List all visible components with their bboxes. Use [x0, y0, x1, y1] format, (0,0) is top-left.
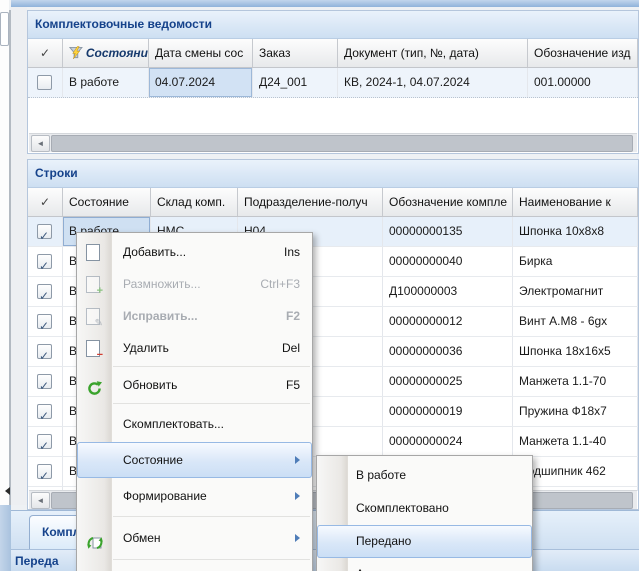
app-window: Комплектовочные ведомости ✓ Состояни Дат… — [0, 0, 639, 571]
scroll-left-icon[interactable]: ◄ — [31, 135, 50, 152]
menu-item-add[interactable]: Добавить... Ins — [77, 236, 312, 268]
column-designation[interactable]: Обозначение изд — [528, 39, 638, 67]
new-document-icon — [86, 244, 100, 261]
menu-separator — [77, 557, 312, 562]
row-checkbox[interactable] — [37, 254, 52, 269]
row-checkbox[interactable] — [37, 75, 52, 90]
submenu-item-assembled[interactable]: Скомплектовано — [317, 492, 532, 525]
column-name[interactable]: Наименование к — [513, 188, 638, 216]
rows-column-header: ✓ Состояние Склад комп. Подразделение-по… — [28, 188, 638, 217]
column-state[interactable]: Состояни — [63, 39, 149, 67]
context-menu: Добавить... Ins + Размножить... Ctrl+F3 … — [76, 232, 313, 571]
sheets-panel-title: Комплектовочные ведомости — [28, 11, 638, 39]
row-checkbox[interactable] — [37, 224, 52, 239]
horizontal-scrollbar[interactable]: ◄ — [29, 133, 637, 152]
row-checkbox[interactable] — [37, 284, 52, 299]
sheets-column-header: ✓ Состояни Дата смены сос Заказ Документ… — [28, 39, 638, 68]
rows-panel-title: Строки — [28, 160, 638, 188]
column-code[interactable]: Обозначение компле — [383, 188, 513, 216]
scrollbar-thumb[interactable] — [51, 135, 633, 152]
select-all-icon[interactable]: ✓ — [28, 188, 63, 216]
menu-item-assemble[interactable]: Скомплектовать... — [77, 406, 312, 442]
menu-item-exchange[interactable]: Обмен — [77, 519, 312, 557]
top-border-bar — [11, 0, 639, 7]
submenu-item-transferred[interactable]: Передано — [317, 525, 532, 558]
cell-document[interactable]: КВ, 2024-1, 04.07.2024 — [338, 68, 528, 97]
edit-document-icon: ✎ — [86, 308, 100, 325]
column-warehouse[interactable]: Склад комп. — [151, 188, 238, 216]
row-checkbox[interactable] — [37, 314, 52, 329]
left-gutter — [0, 0, 9, 505]
row-checkbox[interactable] — [37, 344, 52, 359]
menu-item-delete[interactable]: − Удалить Del — [77, 332, 312, 364]
column-state[interactable]: Состояние — [63, 188, 151, 216]
sheets-panel: Комплектовочные ведомости ✓ Состояни Дат… — [27, 10, 639, 154]
menu-item-state[interactable]: Состояние — [77, 442, 312, 478]
scroll-left-icon[interactable]: ◄ — [31, 492, 50, 509]
menu-item-formation[interactable]: Формирование — [77, 478, 312, 514]
submenu-arrow-icon — [295, 492, 304, 500]
filter-lightning-icon — [69, 46, 83, 60]
row-checkbox[interactable] — [37, 404, 52, 419]
column-department[interactable]: Подразделение-получ — [238, 188, 383, 216]
select-all-icon[interactable]: ✓ — [28, 39, 63, 67]
left-panel-edge — [11, 7, 27, 505]
table-row[interactable]: В работе 04.07.2024 Д24_001 КВ, 2024-1, … — [28, 68, 638, 98]
menu-item-duplicate: + Размножить... Ctrl+F3 — [77, 268, 312, 300]
row-checkbox[interactable] — [37, 434, 52, 449]
state-submenu: В работе Скомплектовано Передано Аннулир… — [316, 455, 533, 571]
row-checkbox[interactable] — [37, 464, 52, 479]
row-checkbox[interactable] — [37, 374, 52, 389]
submenu-arrow-icon — [295, 534, 304, 542]
delete-document-icon: − — [86, 340, 100, 357]
column-order[interactable]: Заказ — [253, 39, 338, 67]
left-scrollbar-stub[interactable] — [0, 12, 9, 46]
submenu-item-in-work[interactable]: В работе — [317, 459, 532, 492]
bottom-left-panel-edge — [0, 505, 11, 571]
menu-item-edit: ✎ Исправить... F2 — [77, 300, 312, 332]
cell-state-date[interactable]: 04.07.2024 — [149, 68, 253, 97]
menu-item-refresh[interactable]: Обновить F5 — [77, 369, 312, 401]
cell-designation[interactable]: 001.00000 — [528, 68, 638, 97]
column-state-date[interactable]: Дата смены сос — [149, 39, 253, 67]
submenu-item-cancelled[interactable]: Аннулировано — [317, 558, 532, 571]
copy-document-icon: + — [86, 276, 100, 293]
cell-order[interactable]: Д24_001 — [253, 68, 338, 97]
cell-state[interactable]: В работе — [63, 68, 149, 97]
submenu-arrow-icon — [295, 456, 304, 464]
column-document[interactable]: Документ (тип, №, дата) — [338, 39, 528, 67]
splitter-collapse-icon[interactable] — [1, 487, 10, 495]
